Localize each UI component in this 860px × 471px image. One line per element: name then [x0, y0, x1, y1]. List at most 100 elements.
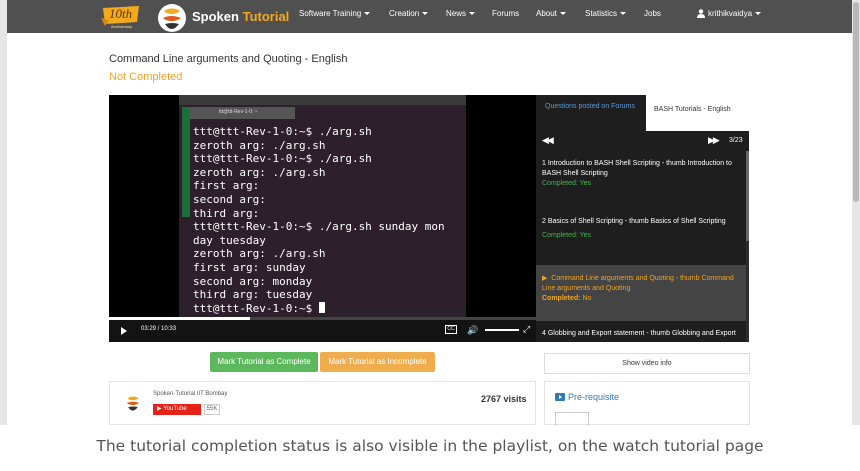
subscriber-count: 55K [204, 404, 220, 415]
nav-jobs-label: Jobs [644, 9, 661, 18]
terminal-line: third arg: [193, 206, 260, 220]
channel-info-panel: Spoken-Tutorial IIT Bombay ▶ YouTube 55K… [109, 381, 536, 425]
playlist-item-status-label: Completed: [542, 232, 578, 239]
nav-statistics-label: Statistics [585, 9, 618, 18]
nav-jobs[interactable]: Jobs [644, 9, 661, 18]
play-indicator-icon: ▶ [542, 275, 552, 282]
spoken-tutorial-logo [123, 393, 143, 413]
terminal-line: first arg: sunday [193, 260, 306, 274]
playlist-item-status-value: No [582, 295, 592, 302]
mark-incomplete-button[interactable]: Mark Tutorial as Incomplete [320, 352, 435, 372]
playlist-item-status: Completed: Yes [542, 179, 740, 189]
tab-bash-tutorials[interactable]: BASH Tutorials - English [646, 95, 749, 131]
page-scrollbar-thumb[interactable] [853, 2, 859, 202]
play-icon[interactable] [121, 327, 127, 335]
playlist-panel: Questions posted on Forums BASH Tutorial… [536, 95, 749, 342]
prerequisite-thumbnail[interactable] [555, 412, 589, 426]
terminal-line: day tuesday [193, 233, 266, 247]
prerequisite-link[interactable]: Pre-requisite [568, 392, 619, 402]
spoken-tutorial-logo[interactable] [156, 2, 188, 34]
video-time: 03:29 / 10:33 [141, 326, 177, 332]
nav-about[interactable]: About [536, 9, 566, 18]
terminal-line: zeroth arg: ./arg.sh [193, 138, 326, 152]
fullscreen-icon[interactable]: ⤢ [523, 324, 530, 335]
page-title: Command Line arguments and Quoting - Eng… [109, 53, 348, 65]
nav-forums[interactable]: Forums [492, 9, 519, 18]
playlist-item-title: 1 Introduction to BASH Shell Scripting -… [542, 160, 732, 177]
brand-name-second: Tutorial [242, 9, 290, 24]
nav-about-label: About [536, 9, 557, 18]
terminal-line: ttt@ttt-Rev-1-0:~$ ./arg.sh [193, 152, 372, 166]
volume-slider[interactable] [485, 329, 519, 331]
terminal-tab-title: ttt@ttt-Rev-1-0: ~ [219, 109, 258, 115]
video-frame-terminal: ttt@ttt-Rev-1-0: ~ ttt@ttt-Rev-1-0:~$ ./… [179, 95, 466, 320]
playlist-header: ◀◀ ▶▶ 3/23 [536, 131, 749, 151]
nav-creation-label: Creation [389, 9, 420, 18]
badge-subtext: Anniversary [111, 24, 132, 29]
youtube-label: YouTube [163, 406, 187, 412]
prerequisite-panel: Pre-requisite [544, 381, 750, 426]
brand-name[interactable]: Spoken Tutorial [192, 9, 289, 24]
playlist-item-status-value: Yes [579, 232, 592, 239]
completion-status: Not Completed [109, 71, 183, 83]
volume-icon[interactable]: 🔊 [467, 325, 478, 336]
video-player[interactable]: ttt@ttt-Rev-1-0: ~ ttt@ttt-Rev-1-0:~$ ./… [109, 95, 536, 342]
show-video-info-button[interactable]: Show video info [544, 353, 750, 374]
browser-page: 10th Anniversary Spoken Tutorial Softwar… [0, 0, 860, 426]
captions-icon[interactable]: CC [445, 325, 457, 334]
terminal-line: ttt@ttt-Rev-1-0:~$ ./arg.sh sunday mon [193, 220, 445, 234]
playlist-item-title: ▶ Command Line arguments and Quoting - t… [542, 274, 740, 294]
visit-count: 2767 visits [481, 394, 527, 404]
terminal-line: ttt@ttt-Rev-1-0:~$ [193, 301, 319, 315]
page-left-gutter [0, 0, 7, 425]
chevron-down-icon [620, 12, 627, 16]
nav-software-training[interactable]: Software Training [299, 9, 371, 18]
terminal-tab: ttt@ttt-Rev-1-0: ~ [189, 107, 295, 119]
page-scrollbar[interactable] [852, 0, 860, 425]
terminal-line: zeroth arg: ./arg.sh [193, 247, 326, 261]
playlist-item-title-text: Command Line arguments and Quoting - thu… [542, 275, 734, 292]
nav-software-training-label: Software Training [299, 9, 362, 18]
chevron-down-icon [755, 12, 762, 16]
terminal-line: second arg: monday [193, 274, 313, 288]
nav-creation[interactable]: Creation [389, 9, 429, 18]
playlist-item-current[interactable]: ▶ Command Line arguments and Quoting - t… [536, 265, 746, 321]
nav-user-menu[interactable]: krithikvaidya [708, 9, 762, 18]
terminal-line: zeroth arg: ./arg.sh [193, 165, 326, 179]
tab-forum-questions[interactable]: Questions posted on Forums [536, 95, 646, 131]
playlist-item-status: Completed: No [542, 294, 740, 304]
channel-name: Spoken-Tutorial IIT Bombay [153, 391, 228, 397]
playlist-scrollbar-thumb[interactable] [746, 151, 749, 241]
terminal-line: ttt@ttt-Rev-1-0:~$ ./arg.sh [193, 125, 372, 138]
playlist-item-status-label: Completed: [542, 180, 578, 187]
terminal-line: third arg: tuesday [193, 288, 313, 302]
playlist-item-status: Completed: Yes [542, 231, 740, 241]
terminal-cursor [318, 301, 325, 313]
playlist-item[interactable]: 2 Basics of Shell Scripting - thumb Basi… [536, 215, 746, 271]
nav-forums-label: Forums [492, 9, 520, 18]
top-navbar: 10th Anniversary Spoken Tutorial Softwar… [7, 0, 852, 33]
video-progress-bar[interactable] [109, 317, 536, 320]
tenth-anniversary-badge: 10th Anniversary [101, 6, 139, 29]
chevron-down-icon [364, 12, 371, 16]
terminal-launcher-strip [182, 107, 190, 217]
youtube-subscribe-button[interactable]: ▶ YouTube [153, 404, 201, 415]
playlist-item-status-value: Yes [579, 180, 592, 187]
video-progress-fill [109, 317, 250, 320]
skip-next-icon[interactable]: ▶▶ [708, 135, 720, 146]
playlist-item-title: 2 Basics of Shell Scripting - thumb Basi… [542, 218, 726, 225]
nav-statistics[interactable]: Statistics [585, 9, 627, 18]
brand-name-first: Spoken [192, 9, 239, 24]
caption: The tutorial completion status is also v… [96, 437, 764, 455]
terminal-line: first arg: [193, 179, 260, 193]
chevron-down-icon [469, 12, 476, 16]
playlist-item[interactable]: 1 Introduction to BASH Shell Scripting -… [536, 159, 746, 215]
nav-username: krithikvaidya [708, 9, 753, 18]
mark-complete-button[interactable]: Mark Tutorial as Complete [210, 352, 318, 372]
skip-previous-icon[interactable]: ◀◀ [542, 135, 554, 146]
playlist-position: 3/23 [729, 137, 743, 144]
playlist-item[interactable]: 4 Globbing and Export statement - thumb … [536, 329, 746, 342]
video-play-icon [555, 393, 565, 401]
nav-news[interactable]: News [446, 9, 476, 18]
playlist-item-title: 4 Globbing and Export statement - thumb … [542, 330, 736, 337]
